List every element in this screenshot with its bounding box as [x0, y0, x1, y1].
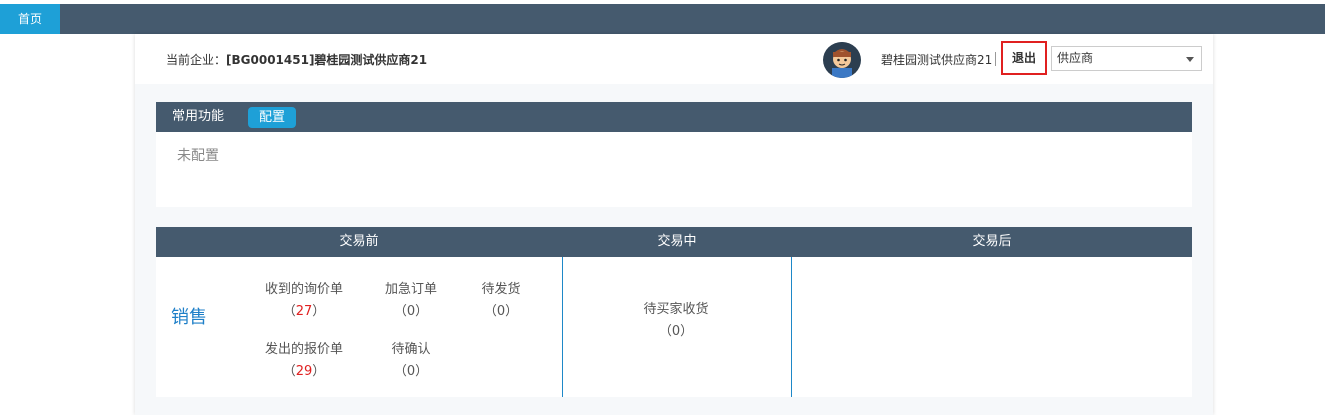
- count-value[interactable]: 0: [407, 304, 415, 319]
- sent-quotations-item[interactable]: 发出的报价单 （29）: [254, 338, 354, 379]
- item-count: （0）: [483, 304, 519, 319]
- empty-state-text: 未配置: [177, 148, 219, 164]
- sales-row-label: 销售: [171, 307, 207, 328]
- header-bar: 当前企业：[BG0001451]碧桂园测试供应商21 碧桂园测试供应商21 退出…: [135, 34, 1213, 84]
- tab-home[interactable]: 首页: [0, 4, 60, 34]
- role-select-value: 供应商: [1057, 51, 1094, 65]
- top-navbar: 首页: [0, 4, 1325, 34]
- item-count: （29）: [282, 364, 326, 379]
- common-functions-title: 常用功能: [172, 109, 225, 124]
- count-value[interactable]: 0: [497, 304, 505, 319]
- item-label: 发出的报价单: [264, 342, 343, 357]
- item-label: 待确认: [391, 342, 431, 357]
- avatar[interactable]: [823, 42, 861, 78]
- column-during-trade: 交易中: [657, 234, 697, 249]
- separator: [995, 52, 996, 66]
- column-divider: [562, 257, 563, 397]
- pending-confirmation-item[interactable]: 待确认 （0）: [371, 338, 451, 379]
- column-before-trade: 交易前: [339, 234, 379, 249]
- avatar-icon: [824, 42, 860, 78]
- count-value[interactable]: 27: [296, 304, 313, 319]
- count-value[interactable]: 0: [407, 364, 415, 379]
- chevron-down-icon: [1186, 57, 1194, 62]
- current-company: 当前企业：[BG0001451]碧桂园测试供应商21: [166, 51, 427, 68]
- column-divider: [791, 257, 792, 397]
- item-label: 待发货: [481, 282, 521, 297]
- column-after-trade: 交易后: [972, 234, 1012, 249]
- trade-header: 交易前 交易中 交易后: [156, 227, 1192, 257]
- main-content: 当前企业：[BG0001451]碧桂园测试供应商21 碧桂园测试供应商21 退出…: [135, 34, 1213, 415]
- item-count: （0）: [658, 324, 694, 339]
- count-value[interactable]: 0: [672, 324, 680, 339]
- user-name: 碧桂园测试供应商21: [881, 53, 993, 67]
- item-count: （27）: [282, 304, 326, 319]
- role-select[interactable]: 供应商: [1051, 46, 1202, 71]
- company-label: 当前企业：: [166, 53, 227, 67]
- common-functions-header: 常用功能 配置: [156, 102, 1192, 132]
- count-value[interactable]: 29: [296, 364, 313, 379]
- pending-shipment-item[interactable]: 待发货 （0）: [466, 278, 536, 319]
- item-count: （0）: [393, 364, 429, 379]
- trade-panel: 交易前 交易中 交易后 销售 收到的询价单 （27） 加急订单 （0） 待发货 …: [156, 227, 1192, 397]
- config-button[interactable]: 配置: [248, 107, 296, 128]
- received-inquiries-item[interactable]: 收到的询价单 （27）: [254, 278, 354, 319]
- item-count: （0）: [393, 304, 429, 319]
- logout-button[interactable]: 退出: [1001, 41, 1047, 75]
- item-label: 收到的询价单: [264, 282, 343, 297]
- item-label: 加急订单: [384, 282, 437, 297]
- item-label: 待买家收货: [643, 302, 709, 317]
- company-name: [BG0001451]碧桂园测试供应商21: [226, 53, 428, 67]
- urgent-orders-item[interactable]: 加急订单 （0）: [371, 278, 451, 319]
- awaiting-buyer-receipt-item[interactable]: 待买家收货 （0）: [626, 298, 726, 339]
- common-functions-panel: 常用功能 配置 未配置: [156, 102, 1192, 207]
